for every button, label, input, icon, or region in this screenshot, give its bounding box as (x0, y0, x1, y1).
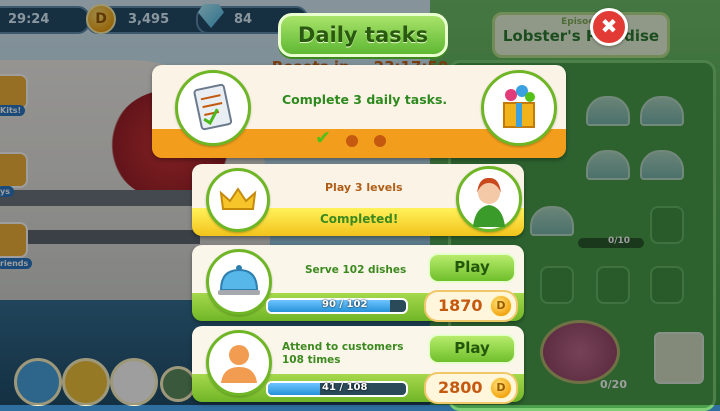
play-button[interactable]: Play (428, 334, 516, 364)
task-title: Play 3 levels (325, 181, 403, 194)
task-progress-fill (268, 383, 321, 395)
close-button[interactable]: ✖ (590, 8, 628, 46)
dialog-title-banner: Daily tasks (278, 13, 448, 57)
task-progress-text: 90 / 102 (322, 299, 368, 310)
chef-avatar (456, 166, 522, 232)
task-status: Completed! (320, 212, 399, 226)
reward-amount: 2800 (438, 378, 483, 397)
coin-icon: D (490, 377, 512, 399)
reward-badge: 2800 D (424, 372, 518, 404)
task-title: Serve 102 dishes (305, 264, 407, 276)
clipboard-checklist-icon (175, 70, 251, 146)
progress-dot-icon (374, 135, 386, 147)
customer-icon (206, 330, 272, 396)
progress-dot-icon (346, 135, 358, 147)
task-title: Attend to customers 108 times (282, 341, 404, 366)
gift-box-icon (481, 70, 557, 146)
play-button[interactable]: Play (428, 253, 516, 283)
cloche-icon (206, 249, 272, 315)
task-progress-text: 41 / 108 (322, 382, 368, 393)
reward-amount: 1870 (438, 296, 483, 315)
reward-badge: 1870 D (424, 290, 518, 322)
check-icon: ✔ (315, 127, 331, 149)
coin-icon: D (490, 295, 512, 317)
crown-icon (206, 168, 270, 232)
dialog-title: Daily tasks (297, 23, 429, 47)
main-task-text: Complete 3 daily tasks. (282, 92, 448, 107)
